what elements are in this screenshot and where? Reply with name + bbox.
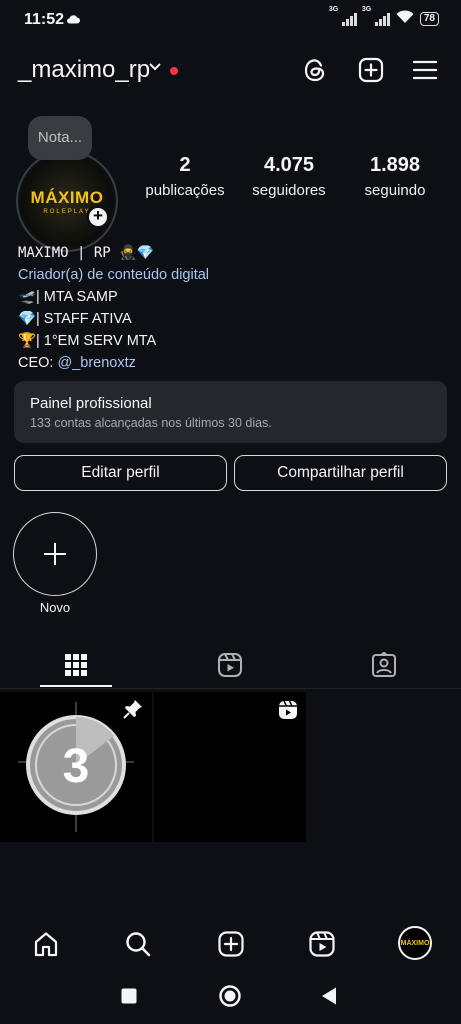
plane-icon: 🛫: [18, 289, 37, 305]
diamond-icon: 💎: [18, 311, 37, 327]
stat-posts-label: publicações: [145, 182, 225, 199]
stat-following[interactable]: 1.898 seguindo: [340, 154, 450, 199]
new-highlight-label: Novo: [39, 600, 71, 615]
bio-mention-link[interactable]: @_brenoxtz: [57, 355, 135, 371]
reels-nav-icon[interactable]: [304, 928, 340, 960]
share-profile-button[interactable]: Compartilhar perfil: [234, 455, 447, 491]
stat-followers-value: 4.075: [263, 154, 315, 176]
back-icon[interactable]: [320, 986, 338, 1006]
wifi-icon: [396, 10, 414, 28]
tab-divider: [0, 688, 461, 689]
bio-line: 🏆| 1°EM SERV MTA: [18, 330, 209, 352]
stat-following-value: 1.898: [369, 154, 421, 176]
bio-line: 💎| STAFF ATIVA: [18, 308, 209, 330]
add-story-button[interactable]: +: [86, 205, 110, 229]
home-icon[interactable]: [28, 928, 64, 960]
profile-nav-avatar[interactable]: MÁXIMO: [398, 926, 432, 960]
professional-dashboard[interactable]: Painel profissional 133 contas alcançada…: [14, 381, 447, 443]
battery-indicator: 78: [419, 12, 439, 26]
tagged-icon: [371, 651, 397, 683]
bio-category[interactable]: Criador(a) de conteúdo digital: [18, 264, 209, 286]
active-tab-indicator: [40, 685, 112, 687]
status-bar: 11:52 3G 3G 78: [0, 0, 461, 40]
post-thumbnail[interactable]: 3: [0, 692, 152, 842]
grid-icon: [64, 653, 88, 682]
reels-icon: [278, 700, 298, 725]
post-thumbnail[interactable]: [154, 692, 306, 842]
bio-line: 🛫| MTA SAMP: [18, 286, 209, 308]
profile-bio: MAXIMO | RP 🥷💎 Criador(a) de conteúdo di…: [18, 242, 209, 374]
stat-followers[interactable]: 4.075 seguidores: [234, 154, 344, 199]
create-icon[interactable]: [213, 928, 249, 960]
stat-followers-label: seguidores: [252, 182, 326, 199]
recent-apps-icon[interactable]: [120, 987, 138, 1005]
edit-profile-button[interactable]: Editar perfil: [14, 455, 227, 491]
cloud-icon: [66, 12, 80, 27]
menu-icon[interactable]: [410, 55, 440, 85]
note-bubble[interactable]: Nota...: [28, 116, 92, 160]
stat-following-label: seguindo: [364, 182, 426, 199]
reels-icon: [217, 652, 243, 683]
stat-posts[interactable]: 2 publicações: [130, 154, 240, 199]
home-button-icon[interactable]: [218, 984, 242, 1008]
trophy-icon: 🏆: [18, 333, 37, 349]
status-time: 11:52: [24, 11, 65, 28]
threads-icon[interactable]: [300, 55, 330, 85]
new-highlight-button[interactable]: [13, 512, 97, 596]
signal-icon: 3G: [362, 6, 390, 26]
notification-dot: [170, 67, 178, 75]
countdown-number: 3: [63, 740, 90, 793]
search-icon[interactable]: [120, 928, 156, 960]
tab-tagged[interactable]: [308, 646, 460, 688]
profile-username[interactable]: _maximo_rp: [18, 56, 150, 84]
add-post-icon[interactable]: [356, 55, 386, 85]
tab-grid[interactable]: [0, 646, 152, 688]
panel-subtitle: 133 contas alcançadas nos últimos 30 dia…: [30, 416, 272, 430]
pin-icon: [122, 698, 144, 725]
chevron-down-icon[interactable]: [148, 60, 162, 79]
profile-avatar[interactable]: MÁXIMO ROLEPLAY: [16, 150, 118, 252]
signal-icon: 3G: [329, 6, 357, 26]
status-icons: 3G 3G 78: [329, 6, 439, 28]
avatar-logo: MÁXIMO ROLEPLAY: [21, 155, 113, 247]
bio-name: MAXIMO | RP 🥷💎: [18, 245, 155, 261]
stat-posts-value: 2: [179, 154, 191, 176]
bio-line: CEO: @_brenoxtz: [18, 355, 136, 371]
panel-title: Painel profissional: [30, 395, 152, 412]
tab-reels[interactable]: [154, 646, 306, 688]
